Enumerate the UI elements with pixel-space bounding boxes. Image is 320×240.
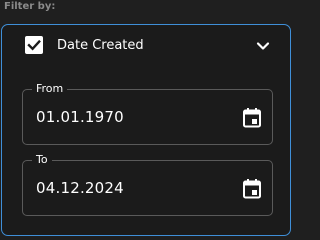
filter-by-label: Filter by: [4, 1, 56, 12]
chevron-down-icon[interactable] [256, 39, 270, 53]
date-created-filter-panel: Date Created From 01.01.1970 To 04.12.20… [1, 24, 291, 236]
from-date-value[interactable]: 01.01.1970 [36, 107, 124, 127]
filter-section: Filter by: Date Created From 01.01.1970 [0, 0, 294, 239]
checkmark-icon [27, 39, 41, 51]
date-created-header[interactable]: Date Created [2, 25, 290, 67]
to-date-field[interactable]: To 04.12.2024 [22, 152, 273, 216]
to-date-value[interactable]: 04.12.2024 [36, 178, 124, 198]
date-created-checkbox[interactable] [25, 36, 43, 54]
from-date-label: From [32, 81, 68, 96]
calendar-icon[interactable] [242, 178, 262, 200]
date-created-label: Date Created [57, 38, 144, 53]
from-date-field[interactable]: From 01.01.1970 [22, 81, 273, 145]
calendar-icon[interactable] [242, 107, 262, 129]
to-date-label: To [32, 152, 52, 167]
